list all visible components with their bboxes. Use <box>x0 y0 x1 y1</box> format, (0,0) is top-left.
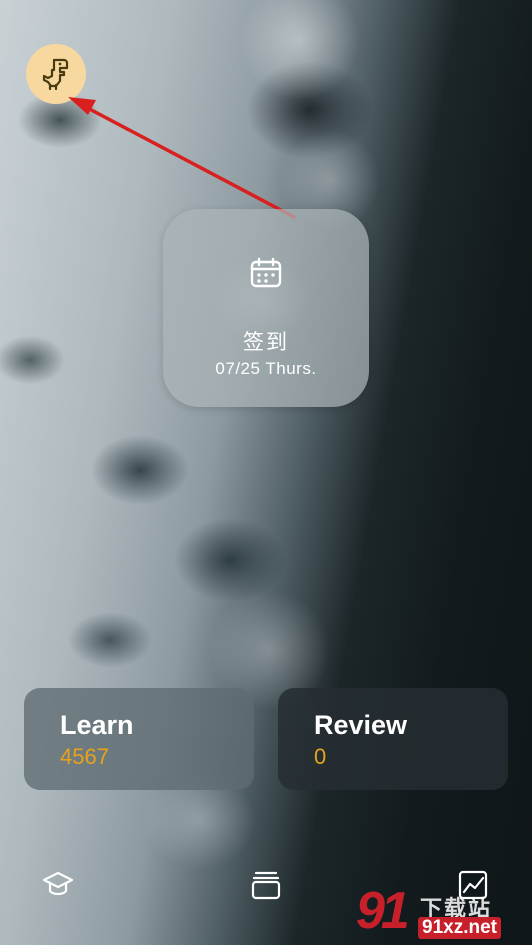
checkin-card[interactable]: 签到 07/25 Thurs. <box>163 209 369 407</box>
watermark: 91 下载站 91xz.net <box>356 881 526 941</box>
learn-card[interactable]: Learn 4567 <box>24 688 254 790</box>
calendar-icon <box>250 257 282 288</box>
graduation-cap-icon[interactable] <box>41 868 75 902</box>
learn-label: Learn <box>60 710 134 740</box>
review-count: 0 <box>314 744 327 769</box>
learn-count: 4567 <box>60 744 109 769</box>
review-card[interactable]: Review 0 <box>278 688 508 790</box>
checkin-date: 07/25 Thurs. <box>215 359 317 378</box>
checkin-title: 签到 <box>243 331 289 354</box>
watermark-url: 91xz.net <box>418 917 501 939</box>
watermark-logo: 91 <box>356 882 410 940</box>
review-label: Review <box>314 710 408 740</box>
annotation-arrow <box>68 97 296 219</box>
archive-box-icon[interactable] <box>249 868 283 902</box>
